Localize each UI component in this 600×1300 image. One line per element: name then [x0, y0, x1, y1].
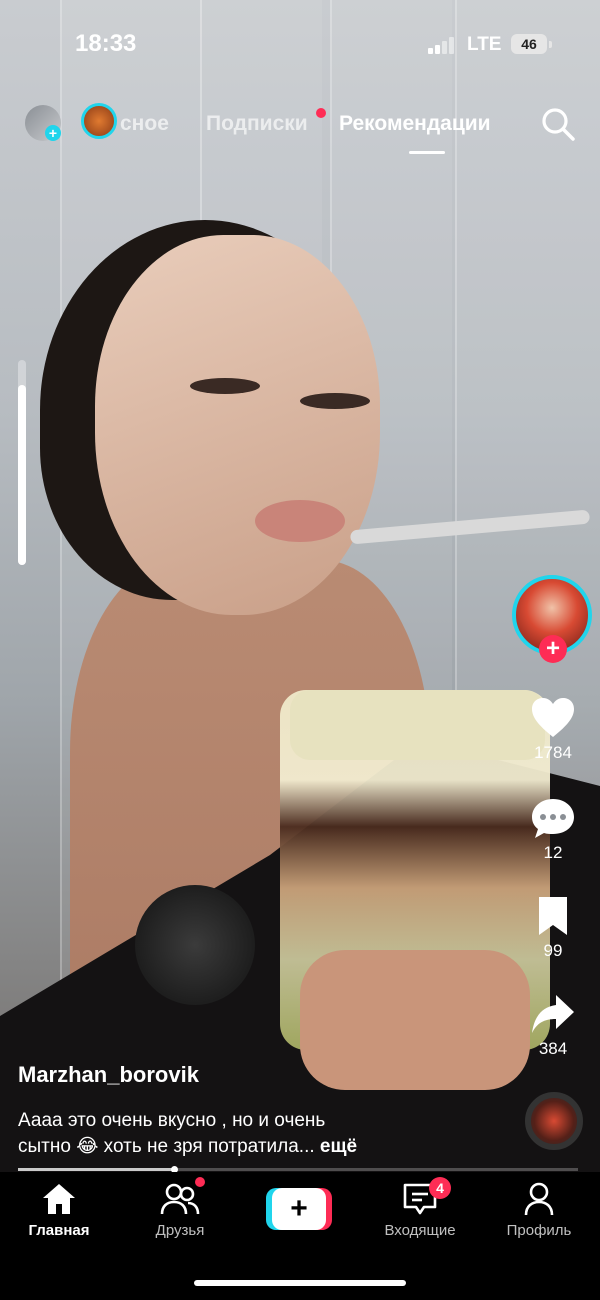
- tab-inbox-label: Входящие: [384, 1222, 456, 1239]
- comment-button[interactable]: 12: [510, 797, 596, 863]
- tab-profile-label: Профиль: [506, 1222, 572, 1239]
- save-count: 99: [543, 941, 563, 960]
- person-face: [95, 235, 380, 615]
- share-arrow-icon: [532, 995, 574, 1033]
- add-icon: +: [45, 125, 61, 141]
- signal-icon: [428, 36, 456, 54]
- music-disc-icon[interactable]: [525, 1092, 583, 1150]
- like-count: 1784: [534, 743, 572, 762]
- person-eye: [300, 393, 370, 409]
- tab-home[interactable]: Главная: [4, 1182, 114, 1239]
- post-caption: Marzhan_borovik Аааа это очень вкусно , …: [18, 1062, 518, 1160]
- caption-text[interactable]: Аааа это очень вкусно , но и очень сытно…: [18, 1108, 518, 1160]
- tab-home-label: Главная: [28, 1222, 90, 1239]
- video-seek-progress: [18, 1168, 175, 1171]
- save-button[interactable]: 99: [510, 895, 596, 961]
- heart-icon: [532, 698, 574, 737]
- tab-friends[interactable]: Друзья: [125, 1182, 235, 1239]
- following-dot: [316, 108, 326, 118]
- network-label: LTE: [467, 34, 502, 55]
- tab-following[interactable]: Подписки: [206, 112, 308, 136]
- status-time: 18:33: [75, 30, 137, 57]
- create-button[interactable]: +: [266, 1188, 332, 1230]
- share-button[interactable]: 384: [510, 993, 596, 1059]
- dessert-jar-lid: [290, 690, 545, 760]
- bookmark-icon: [539, 897, 567, 935]
- home-indicator[interactable]: [194, 1280, 406, 1286]
- plus-icon: +: [272, 1188, 326, 1230]
- caption-line: Аааа это очень вкусно , но и очень: [18, 1110, 326, 1131]
- person-lips: [255, 500, 345, 542]
- author-name[interactable]: Marzhan_borovik: [18, 1062, 518, 1088]
- lapel-microphone: [135, 885, 255, 1005]
- battery-icon: 46: [511, 34, 552, 54]
- tab-friends-label: Друзья: [155, 1222, 205, 1239]
- inbox-badge: 4: [429, 1177, 451, 1199]
- friends-dot: [195, 1177, 205, 1187]
- tab-inbox[interactable]: Входящие: [365, 1182, 475, 1239]
- more-link[interactable]: ещё: [320, 1136, 357, 1157]
- status-bar: 18:33 LTE 46: [0, 28, 600, 62]
- story-avatar[interactable]: [81, 103, 117, 139]
- like-button[interactable]: 1784: [510, 697, 596, 763]
- active-tab-indicator: [409, 151, 445, 154]
- follow-button[interactable]: +: [539, 635, 567, 663]
- friends-icon: [160, 1183, 200, 1215]
- tab-nearby[interactable]: сное: [120, 112, 169, 136]
- share-count: 384: [538, 1039, 568, 1058]
- search-icon[interactable]: [540, 106, 576, 142]
- tab-profile[interactable]: Профиль: [484, 1182, 594, 1239]
- comment-icon: [532, 799, 574, 838]
- comment-count: 12: [543, 843, 563, 862]
- top-nav: + сное Подписки Рекомендации: [0, 100, 600, 154]
- tab-for-you[interactable]: Рекомендации: [339, 112, 491, 136]
- profile-icon: [524, 1182, 554, 1216]
- caption-line: сытно 😂 хоть не зря потратила...: [18, 1136, 315, 1157]
- person-eye: [190, 378, 260, 394]
- brightness-indicator-fill: [18, 385, 26, 565]
- home-icon: [43, 1184, 75, 1214]
